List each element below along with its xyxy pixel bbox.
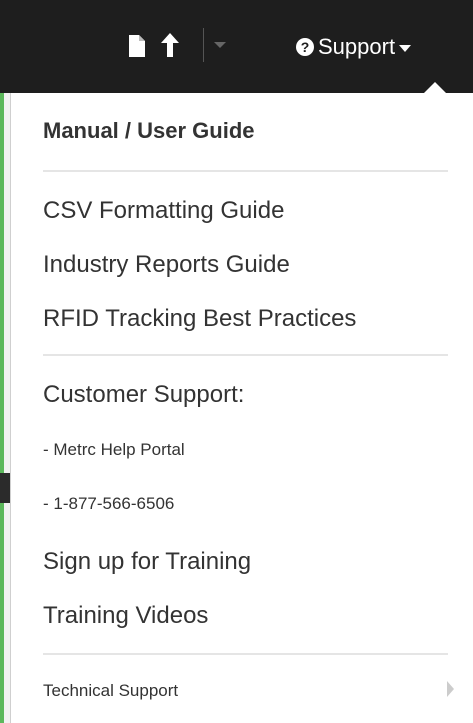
toolbar-separator	[203, 28, 204, 62]
menu-item-training-videos[interactable]: Training Videos	[43, 602, 208, 630]
menu-item-technical-support[interactable]: Technical Support	[43, 681, 178, 701]
file-icon[interactable]	[128, 34, 146, 58]
caret-down-icon[interactable]	[214, 42, 226, 48]
menu-item-metrc-help-portal[interactable]: - Metrc Help Portal	[43, 440, 185, 460]
page-background-dark-block	[0, 473, 10, 503]
arrow-up-icon[interactable]	[160, 32, 180, 58]
accent-bar	[0, 93, 4, 723]
page-background-strip	[0, 93, 10, 723]
chevron-right-icon	[447, 681, 454, 697]
menu-item-industry-reports-guide[interactable]: Industry Reports Guide	[43, 251, 290, 279]
menu-divider	[43, 354, 448, 356]
menu-item-csv-formatting-guide[interactable]: CSV Formatting Guide	[43, 197, 284, 225]
menu-item-sign-up-for-training[interactable]: Sign up for Training	[43, 548, 251, 576]
menu-divider	[43, 653, 448, 655]
menu-header-manual-user-guide[interactable]: Manual / User Guide	[43, 118, 255, 144]
help-icon: ?	[296, 38, 314, 56]
menu-divider	[43, 170, 448, 172]
support-label: Support	[318, 34, 396, 59]
menu-item-rfid-tracking-best-practices[interactable]: RFID Tracking Best Practices	[43, 305, 356, 333]
chevron-down-icon	[399, 44, 412, 52]
dropdown-pointer	[424, 82, 446, 93]
customer-support-label: Customer Support:	[43, 381, 245, 408]
support-menu-button[interactable]: ? Support	[296, 30, 412, 64]
menu-item-phone[interactable]: - 1-877-566-6506	[43, 494, 174, 514]
top-navbar: ? Support	[0, 0, 473, 93]
